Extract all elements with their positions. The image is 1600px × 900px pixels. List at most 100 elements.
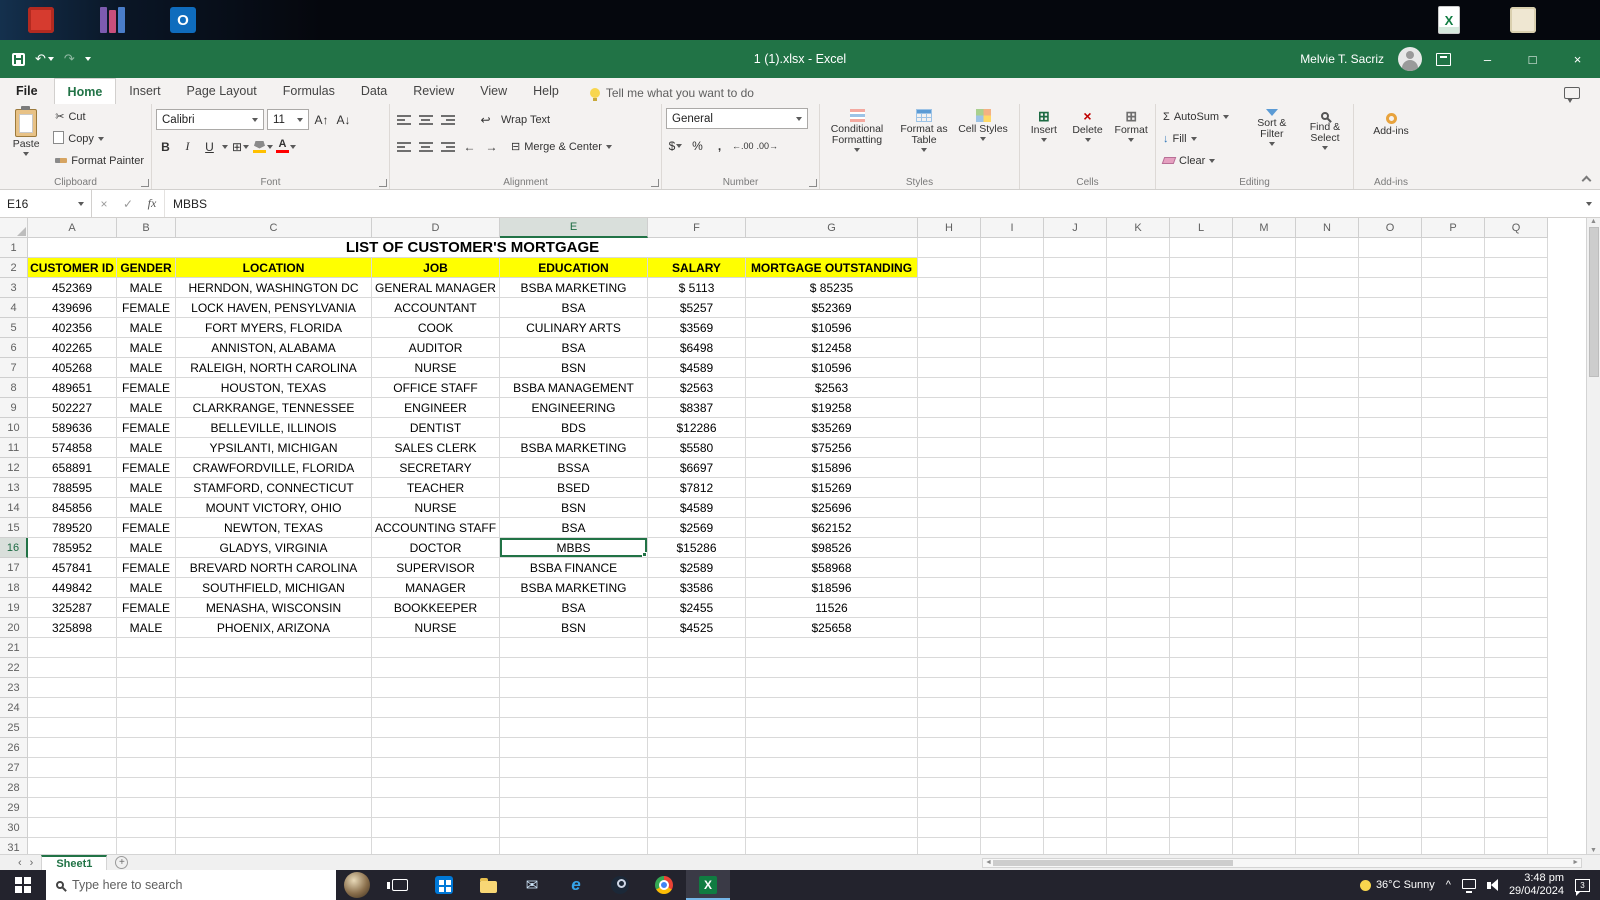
align-bottom-button[interactable] [438,110,457,130]
row-header-26[interactable]: 26 [0,738,28,758]
user-avatar[interactable] [1398,47,1422,71]
cell-J26[interactable] [1044,738,1107,758]
cell-M25[interactable] [1233,718,1296,738]
cell-L20[interactable] [1170,618,1233,638]
cell-A20[interactable]: 325898 [28,618,117,638]
cell-A17[interactable]: 457841 [28,558,117,578]
cell-A28[interactable] [28,778,117,798]
cell-B10[interactable]: FEMALE [117,418,176,438]
cell-K21[interactable] [1107,638,1170,658]
cell-O2[interactable] [1359,258,1422,278]
volume-icon[interactable] [1486,879,1498,891]
cell-D22[interactable] [372,658,500,678]
cell-E26[interactable] [500,738,648,758]
cell-P25[interactable] [1422,718,1485,738]
cell-F18[interactable]: $3586 [648,578,746,598]
cell-L12[interactable] [1170,458,1233,478]
cell-L18[interactable] [1170,578,1233,598]
cell-P14[interactable] [1422,498,1485,518]
cell-N2[interactable] [1296,258,1359,278]
row-header-25[interactable]: 25 [0,718,28,738]
cell-D4[interactable]: ACCOUNTANT [372,298,500,318]
cell-O17[interactable] [1359,558,1422,578]
header-cell-E2[interactable]: EDUCATION [500,258,648,278]
cell-E4[interactable]: BSA [500,298,648,318]
cell-Q5[interactable] [1485,318,1548,338]
cell-D12[interactable]: SECRETARY [372,458,500,478]
cell-M17[interactable] [1233,558,1296,578]
cell-H30[interactable] [918,818,981,838]
clear-button[interactable]: Clear [1160,150,1243,171]
cell-N3[interactable] [1296,278,1359,298]
cell-F5[interactable]: $3569 [648,318,746,338]
row-header-2[interactable]: 2 [0,258,28,278]
cell-I6[interactable] [981,338,1044,358]
align-center-button[interactable] [416,137,435,157]
cell-G22[interactable] [746,658,918,678]
cell-D8[interactable]: OFFICE STAFF [372,378,500,398]
cell-Q7[interactable] [1485,358,1548,378]
ribbon-tab-help[interactable]: Help [520,78,572,104]
row-header-18[interactable]: 18 [0,578,28,598]
cell-N14[interactable] [1296,498,1359,518]
cell-B8[interactable]: FEMALE [117,378,176,398]
cell-A31[interactable] [28,838,117,854]
cell-I19[interactable] [981,598,1044,618]
column-header-M[interactable]: M [1233,218,1296,238]
cell-C10[interactable]: BELLEVILLE, ILLINOIS [176,418,372,438]
cell-M20[interactable] [1233,618,1296,638]
cell-E8[interactable]: BSBA MANAGEMENT [500,378,648,398]
ribbon-tab-review[interactable]: Review [400,78,467,104]
cell-H8[interactable] [918,378,981,398]
cell-A6[interactable]: 402265 [28,338,117,358]
cell-I24[interactable] [981,698,1044,718]
column-header-C[interactable]: C [176,218,372,238]
cell-N28[interactable] [1296,778,1359,798]
comma-style-button[interactable]: , [710,136,729,156]
fill-handle[interactable] [642,552,647,557]
align-middle-button[interactable] [416,110,435,130]
sheet-title-cell[interactable]: LIST OF CUSTOMER'S MORTGAGE [28,238,918,258]
font-name-select[interactable]: Calibri [156,109,264,130]
cell-E7[interactable]: BSN [500,358,648,378]
cell-F22[interactable] [648,658,746,678]
cell-Q11[interactable] [1485,438,1548,458]
excel-taskbar-button[interactable]: X [686,870,730,900]
cell-H27[interactable] [918,758,981,778]
maximize-button[interactable]: □ [1510,40,1555,78]
cell-J18[interactable] [1044,578,1107,598]
column-header-K[interactable]: K [1107,218,1170,238]
cell-H13[interactable] [918,478,981,498]
cell-G15[interactable]: $62152 [746,518,918,538]
cell-I12[interactable] [981,458,1044,478]
cell-O21[interactable] [1359,638,1422,658]
cell-B19[interactable]: FEMALE [117,598,176,618]
cell-A23[interactable] [28,678,117,698]
cell-F29[interactable] [648,798,746,818]
cell-E22[interactable] [500,658,648,678]
cell-M1[interactable] [1233,238,1296,258]
cell-P2[interactable] [1422,258,1485,278]
cell-H1[interactable] [918,238,981,258]
row-header-29[interactable]: 29 [0,798,28,818]
cell-O28[interactable] [1359,778,1422,798]
cell-I31[interactable] [981,838,1044,854]
cell-A12[interactable]: 658891 [28,458,117,478]
cell-C22[interactable] [176,658,372,678]
cell-F24[interactable] [648,698,746,718]
cell-P28[interactable] [1422,778,1485,798]
cell-B4[interactable]: FEMALE [117,298,176,318]
cell-N25[interactable] [1296,718,1359,738]
cell-I11[interactable] [981,438,1044,458]
column-header-F[interactable]: F [648,218,746,238]
cell-E12[interactable]: BSSA [500,458,648,478]
cell-G9[interactable]: $19258 [746,398,918,418]
cell-M5[interactable] [1233,318,1296,338]
sort-filter-button[interactable]: Sort & Filter [1247,106,1297,173]
row-header-27[interactable]: 27 [0,758,28,778]
cell-Q2[interactable] [1485,258,1548,278]
qat-customize-button[interactable] [84,57,91,61]
row-header-30[interactable]: 30 [0,818,28,838]
cell-C23[interactable] [176,678,372,698]
cell-O9[interactable] [1359,398,1422,418]
